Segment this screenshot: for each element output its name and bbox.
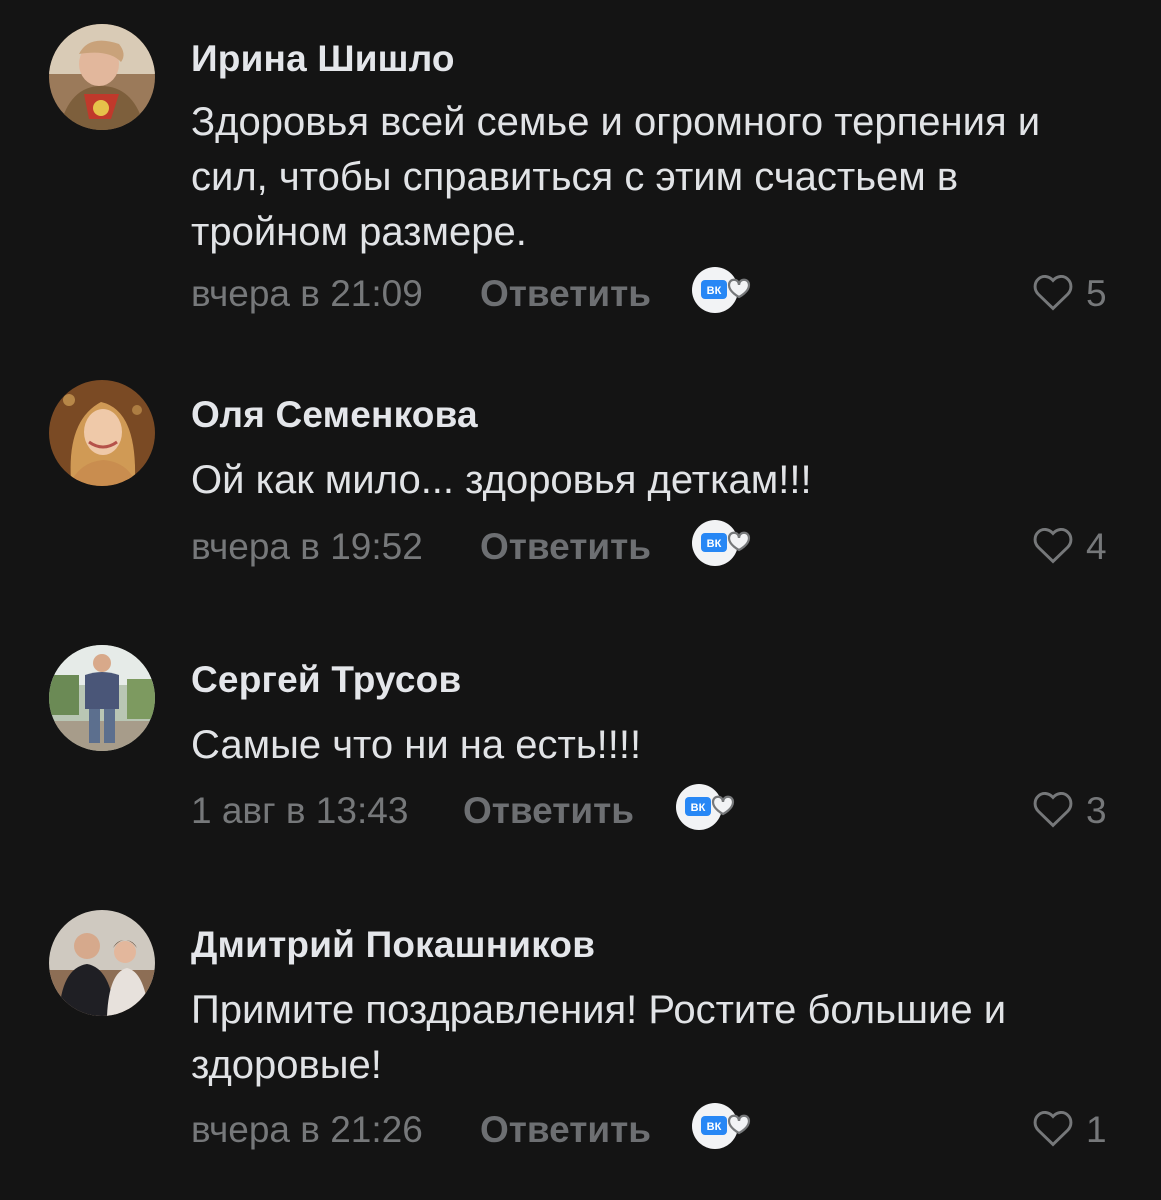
avatar-image bbox=[49, 380, 155, 486]
like-count: 3 bbox=[1086, 790, 1107, 831]
like-button[interactable]: 3 bbox=[1031, 788, 1121, 832]
comment-author[interactable]: Оля Семенкова bbox=[191, 394, 478, 436]
avatar-image bbox=[49, 24, 155, 130]
like-count: 1 bbox=[1086, 1109, 1107, 1150]
svg-text:ВК: ВК bbox=[707, 538, 722, 550]
reply-button[interactable]: Ответить bbox=[480, 526, 651, 568]
comment-time[interactable]: вчера в 19:52 bbox=[191, 526, 423, 568]
reply-button[interactable]: Ответить bbox=[480, 1109, 651, 1151]
svg-text:ВК: ВК bbox=[707, 1121, 722, 1133]
like-button[interactable]: 1 bbox=[1031, 1107, 1121, 1151]
like-count: 5 bbox=[1086, 273, 1107, 314]
like-count: 4 bbox=[1086, 526, 1107, 567]
heart-outline-icon bbox=[1033, 1111, 1073, 1147]
comment-author[interactable]: Сергей Трусов bbox=[191, 659, 461, 701]
avatar-image bbox=[49, 910, 155, 1016]
comment-text: Ой как мило... здоровья деткам!!! bbox=[191, 458, 812, 502]
comment-meta: вчера в 19:52 Ответить ВК 4 bbox=[191, 518, 1121, 570]
svg-text:ВК: ВК bbox=[691, 802, 706, 814]
comment-meta: 1 авг в 13:43 Ответить ВК 3 bbox=[191, 782, 1121, 834]
comment-meta: вчера в 21:26 Ответить ВК 1 bbox=[191, 1101, 1121, 1153]
comment-time[interactable]: 1 авг в 13:43 bbox=[191, 790, 408, 832]
comment-item: Оля Семенкова Ой как мило... здоровья де… bbox=[0, 340, 1161, 600]
comment-meta: вчера в 21:09 Ответить ВК 5 bbox=[191, 265, 1121, 317]
reply-button[interactable]: Ответить bbox=[463, 790, 634, 832]
svg-text:ВК: ВК bbox=[707, 285, 722, 297]
comment-author[interactable]: Ирина Шишло bbox=[191, 38, 455, 80]
vk-reaction-icon[interactable]: ВК bbox=[675, 782, 741, 832]
comment-text: Примите поздравления! Ростите большие и … bbox=[191, 988, 1007, 1087]
avatar[interactable] bbox=[49, 380, 155, 486]
heart-outline-icon bbox=[1033, 275, 1073, 311]
comment-item: Дмитрий Покашников Примите поздравления!… bbox=[0, 900, 1161, 1200]
comment-text: Здоровья всей семье и огромного терпения… bbox=[191, 100, 1041, 254]
comment-time[interactable]: вчера в 21:09 bbox=[191, 273, 423, 315]
heart-outline-icon bbox=[1033, 792, 1073, 828]
avatar-image bbox=[49, 645, 155, 751]
reply-button[interactable]: Ответить bbox=[480, 273, 651, 315]
heart-outline-icon bbox=[1033, 528, 1073, 564]
like-button[interactable]: 5 bbox=[1031, 271, 1121, 315]
avatar[interactable] bbox=[49, 24, 155, 130]
comment-author[interactable]: Дмитрий Покашников bbox=[191, 924, 595, 966]
vk-reaction-icon[interactable]: ВК bbox=[691, 518, 757, 568]
like-button[interactable]: 4 bbox=[1031, 524, 1121, 568]
avatar[interactable] bbox=[49, 645, 155, 751]
comment-time[interactable]: вчера в 21:26 bbox=[191, 1109, 423, 1151]
vk-reaction-icon[interactable]: ВК bbox=[691, 265, 757, 315]
vk-reaction-icon[interactable]: ВК bbox=[691, 1101, 757, 1151]
comment-item: Ирина Шишло Здоровья всей семье и огромн… bbox=[0, 0, 1161, 340]
avatar[interactable] bbox=[49, 910, 155, 1016]
comment-text: Самые что ни на есть!!!! bbox=[191, 723, 642, 767]
comment-item: Сергей Трусов Самые что ни на есть!!!! 1… bbox=[0, 600, 1161, 900]
